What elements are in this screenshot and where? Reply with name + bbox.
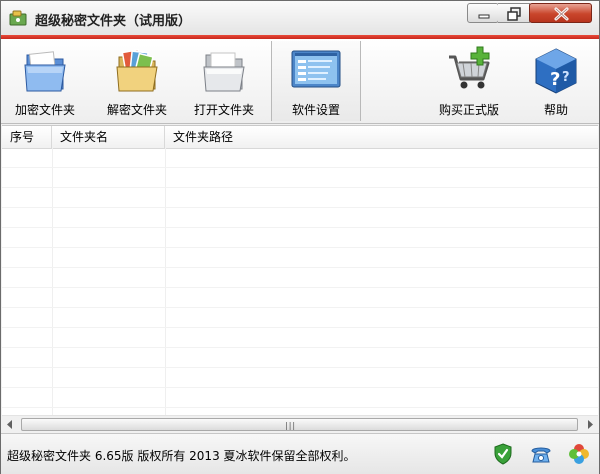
row-divider	[2, 167, 598, 168]
toolbar-item-label: 帮助	[543, 103, 568, 117]
blue-folder-icon	[24, 51, 66, 92]
row-divider	[2, 367, 598, 368]
toolbar-item-label: 加密文件夹	[14, 103, 75, 117]
column-header-folder-path[interactable]: 文件夹路径	[165, 126, 598, 148]
table-header: 序号 文件夹名 文件夹路径	[2, 126, 598, 149]
scrollbar-thumb[interactable]: |||	[21, 418, 578, 431]
svg-text:?: ?	[562, 70, 570, 85]
toolbar: 加密文件夹 解密文件夹 打开文件夹 软件设置 购买正式版 ? ? 帮助	[1, 39, 599, 124]
app-window: 超级秘密文件夹（试用版） 加密文件夹 解密文件夹 打开文件夹 软件设置 购买正式…	[0, 0, 600, 474]
colorful-pinwheel-icon[interactable]	[567, 442, 591, 466]
horizontal-scrollbar[interactable]: |||	[2, 415, 598, 433]
settings-window-icon	[291, 50, 341, 88]
toolbar-item-label: 解密文件夹	[106, 103, 167, 117]
toolbar-item-label: 软件设置	[291, 103, 340, 117]
scroll-right-arrow-icon	[588, 420, 593, 429]
row-divider	[2, 227, 598, 228]
svg-text:?: ?	[550, 69, 560, 90]
settings-button[interactable]: 软件设置	[271, 41, 361, 121]
open-folder-icon	[203, 52, 245, 92]
minimize-icon	[478, 14, 490, 19]
close-icon	[554, 7, 569, 21]
open-folder-button[interactable]: 打开文件夹	[183, 41, 265, 121]
row-divider	[2, 347, 598, 348]
column-divider	[165, 148, 166, 416]
scroll-left-button[interactable]	[2, 416, 19, 433]
minimize-button[interactable]	[467, 3, 499, 23]
title-bar: 超级秘密文件夹（试用版）	[1, 1, 599, 39]
row-divider	[2, 207, 598, 208]
row-divider	[2, 327, 598, 328]
column-header-index[interactable]: 序号	[2, 126, 52, 148]
toolbar-item-label: 购买正式版	[438, 103, 499, 117]
copyright-text: 超级秘密文件夹 6.65版 版权所有 2013 夏冰软件保留全部权利。	[7, 449, 356, 463]
column-divider	[52, 148, 53, 416]
shopping-cart-icon	[449, 46, 490, 89]
telephone-icon[interactable]	[529, 442, 553, 466]
status-bar: 超级秘密文件夹 6.65版 版权所有 2013 夏冰软件保留全部权利。	[1, 433, 599, 474]
scrollbar-grip-icon: |||	[285, 421, 297, 430]
photo-folder-icon	[116, 48, 158, 92]
restore-icon	[507, 7, 521, 21]
decrypt-folder-button[interactable]: 解密文件夹	[97, 41, 177, 121]
shield-check-icon[interactable]	[491, 442, 515, 466]
window-title: 超级秘密文件夹（试用版）	[35, 14, 192, 29]
row-divider	[2, 407, 598, 408]
scroll-left-arrow-icon	[7, 420, 12, 429]
row-divider	[2, 267, 598, 268]
restore-button[interactable]	[498, 3, 530, 23]
buy-full-version-button[interactable]: 购买正式版	[429, 41, 509, 121]
app-logo-icon	[9, 9, 27, 27]
row-divider	[2, 187, 598, 188]
close-button[interactable]	[529, 3, 592, 23]
row-divider	[2, 287, 598, 288]
row-divider	[2, 247, 598, 248]
help-cube-icon: ? ?	[535, 48, 577, 94]
encrypt-folder-button[interactable]: 加密文件夹	[5, 41, 85, 121]
scroll-right-button[interactable]	[581, 416, 598, 433]
help-button[interactable]: ? ? 帮助	[519, 41, 593, 121]
toolbar-item-label: 打开文件夹	[193, 103, 254, 117]
row-divider	[2, 387, 598, 388]
folder-table[interactable]: 序号 文件夹名 文件夹路径	[2, 125, 598, 416]
row-divider	[2, 307, 598, 308]
column-header-folder-name[interactable]: 文件夹名	[52, 126, 165, 148]
